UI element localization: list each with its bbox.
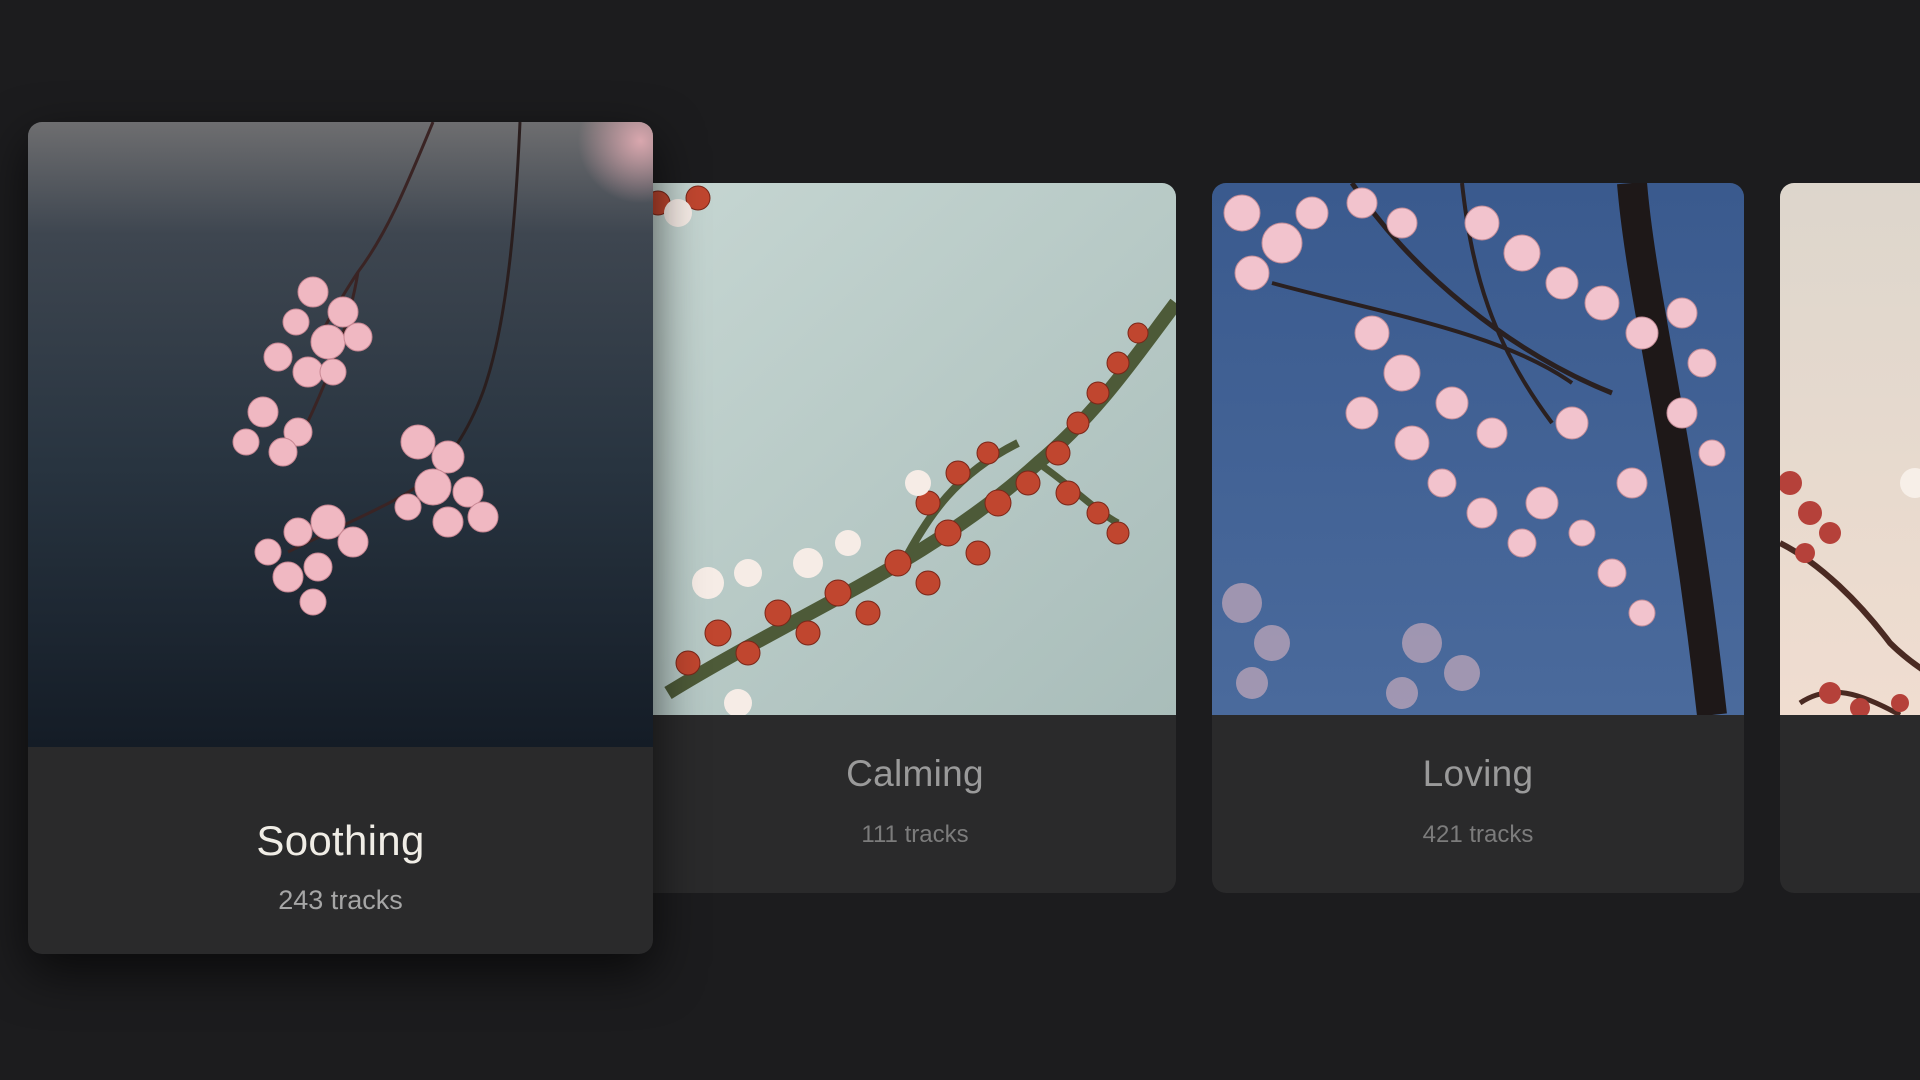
playlist-title: Loving <box>1422 753 1534 794</box>
playlist-track-count: 421 tracks <box>1422 821 1534 848</box>
playlist-cover-image <box>1780 183 1920 715</box>
playlist-cover-image <box>1212 183 1744 715</box>
playlist-title: Soothing <box>256 817 425 864</box>
playlist-cover-image <box>28 122 653 747</box>
playlist-track-count: 243 tracks <box>278 885 403 915</box>
playlist-card-partial[interactable] <box>1780 183 1920 893</box>
playlist-info: Loving 421 tracks <box>1212 715 1744 893</box>
playlist-info <box>1780 715 1920 893</box>
playlist-cover-image <box>598 183 1176 715</box>
playlist-info: Calming 111 tracks <box>598 715 1176 893</box>
playlist-card-soothing[interactable]: Soothing 243 tracks <box>28 122 653 954</box>
playlist-info: Soothing 243 tracks <box>28 747 653 954</box>
playlist-carousel: Soothing 243 tracks Calming 111 tracks L… <box>0 0 1920 1080</box>
playlist-track-count: 111 tracks <box>861 821 969 848</box>
playlist-card-loving[interactable]: Loving 421 tracks <box>1212 183 1744 893</box>
playlist-title: Calming <box>846 753 984 794</box>
playlist-card-calming[interactable]: Calming 111 tracks <box>598 183 1176 893</box>
